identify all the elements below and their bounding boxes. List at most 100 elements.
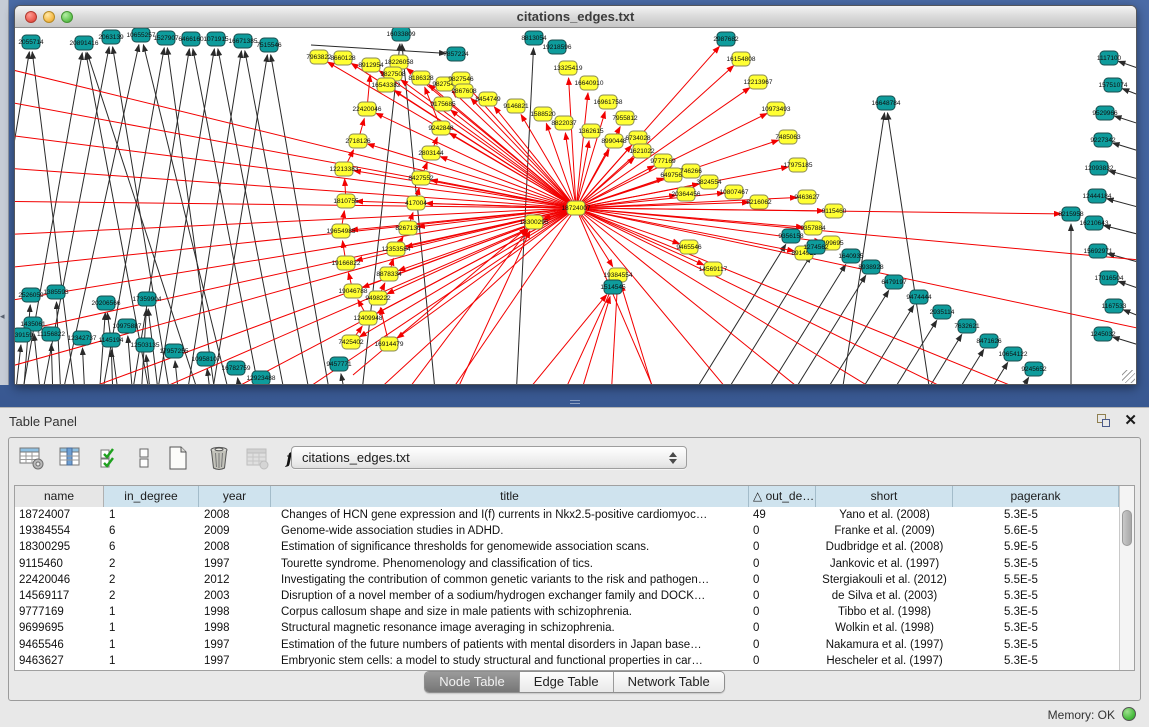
graph-edge[interactable] xyxy=(1113,337,1136,348)
graph-edge[interactable] xyxy=(167,48,216,384)
panel-splitter[interactable] xyxy=(0,385,1149,407)
graph-node-label: 12444184 xyxy=(1083,193,1112,200)
table-row[interactable]: 1872400712008Changes of HCN gene express… xyxy=(15,507,1119,523)
float-panel-icon[interactable] xyxy=(1097,414,1111,428)
graph-edge[interactable] xyxy=(576,208,1136,331)
network-canvas[interactable]: 2055714208914162063139106552571527907646… xyxy=(15,28,1136,384)
cell-out_de: 49 xyxy=(749,507,816,523)
graph-edge[interactable] xyxy=(1115,116,1136,127)
graph-edge[interactable] xyxy=(569,78,576,208)
graph-edge[interactable] xyxy=(238,378,241,384)
graph-node-label: 9827546 xyxy=(448,76,474,83)
graph-node-label: 2718126 xyxy=(345,138,371,145)
graph-edge[interactable] xyxy=(15,96,576,208)
graph-edge[interactable] xyxy=(99,313,105,384)
column-header-out_de[interactable]: △ out_de… xyxy=(749,486,816,507)
graph-node-label: 9457771 xyxy=(326,361,352,368)
graph-edge[interactable] xyxy=(51,344,53,384)
column-header-title[interactable]: title xyxy=(271,486,749,507)
column-header-in_degree[interactable]: in_degree xyxy=(104,486,199,507)
collapse-arrow-icon[interactable]: ◂ xyxy=(0,312,5,321)
graph-edge[interactable] xyxy=(376,113,576,208)
table-row[interactable]: 969969511998Structural magnetic resonanc… xyxy=(15,620,1119,636)
graph-node-label: 14569117 xyxy=(699,266,728,273)
graph-edge[interactable] xyxy=(955,350,984,384)
cell-out_de: 0 xyxy=(749,637,816,653)
graph-edge[interactable] xyxy=(987,363,1008,384)
graph-edge[interactable] xyxy=(764,264,846,384)
graph-edge[interactable] xyxy=(841,113,884,384)
graph-edge[interactable] xyxy=(207,369,211,384)
table-row[interactable]: 911546021997Tourette syndrome. Phenomeno… xyxy=(15,556,1119,572)
row-height-icon[interactable] xyxy=(137,445,153,471)
graph-edge[interactable] xyxy=(211,55,267,384)
graph-edge[interactable] xyxy=(576,208,1061,214)
graph-node-label: 8822037 xyxy=(551,120,577,127)
resize-grip[interactable] xyxy=(1122,370,1135,383)
graph-edge[interactable] xyxy=(561,284,614,384)
graph-edge[interactable] xyxy=(402,44,436,384)
splitter-handle[interactable] xyxy=(570,400,580,406)
column-header-name[interactable]: name xyxy=(15,486,104,507)
graph-edge[interactable] xyxy=(186,51,241,384)
tab-edge-table[interactable]: Edge Table xyxy=(520,672,614,692)
graph-edge[interactable] xyxy=(41,208,576,384)
application-window: ◂ citations_edges.txt 205571420891416206… xyxy=(0,0,1149,727)
graph-edge[interactable] xyxy=(611,285,617,384)
graph-edge[interactable] xyxy=(1123,310,1136,320)
graph-edge[interactable] xyxy=(1017,377,1029,384)
cell-title: Tourette syndrome. Phenomenology and cla… xyxy=(271,556,749,572)
table-row[interactable]: 977716911998Corpus callosum shape and si… xyxy=(15,604,1119,620)
graph-edge[interactable] xyxy=(888,113,931,384)
table-row[interactable]: 1456911722003Disruption of a novel membe… xyxy=(15,588,1119,604)
table-row[interactable]: 946362711997Embryonic stem cells: a mode… xyxy=(15,653,1119,669)
graph-edge[interactable] xyxy=(82,348,85,384)
show-columns-icon[interactable] xyxy=(58,445,84,471)
table-row[interactable]: 2242004622012Investigating the contribut… xyxy=(15,572,1119,588)
graph-edge[interactable] xyxy=(621,285,656,384)
graph-edge[interactable] xyxy=(311,45,446,53)
cell-year: 1998 xyxy=(199,620,271,636)
graph-edge[interactable] xyxy=(15,61,576,208)
graph-node-label: 9146821 xyxy=(503,103,529,110)
import-table-icon[interactable] xyxy=(245,445,271,471)
graph-edge[interactable] xyxy=(379,71,576,208)
graph-edge[interactable] xyxy=(245,51,311,384)
graph-edge[interactable] xyxy=(1122,89,1136,99)
graph-edge[interactable] xyxy=(1113,143,1136,154)
graph-edge[interactable] xyxy=(1118,281,1136,292)
graph-node-label: 7515546 xyxy=(256,42,282,49)
graph-edge[interactable] xyxy=(450,133,576,208)
column-header-short[interactable]: short xyxy=(816,486,953,507)
delete-table-icon[interactable] xyxy=(206,445,232,471)
cell-title: Disruption of a novel member of a sodium… xyxy=(271,588,749,604)
tab-network-table[interactable]: Network Table xyxy=(614,672,724,692)
tab-node-table[interactable]: Node Table xyxy=(425,672,520,692)
graph-edge[interactable] xyxy=(1118,61,1136,72)
graph-edge[interactable] xyxy=(924,335,962,384)
cell-name: 9463627 xyxy=(15,653,104,669)
graph-edge[interactable] xyxy=(56,302,61,384)
column-management-icon[interactable] xyxy=(19,445,45,471)
graph-edge[interactable] xyxy=(341,374,346,384)
window-titlebar[interactable]: citations_edges.txt xyxy=(15,6,1136,28)
table-selector-dropdown[interactable]: citations_edges.txt xyxy=(291,446,687,469)
close-panel-icon[interactable]: ✕ xyxy=(1124,411,1137,429)
table-row[interactable]: 946554611997Estimation of the future num… xyxy=(15,637,1119,653)
graph-edge[interactable] xyxy=(1109,171,1136,182)
graph-edge[interactable] xyxy=(15,208,576,376)
column-header-pagerank[interactable]: pagerank xyxy=(953,486,1119,507)
table-row[interactable]: 1938455462009Genome-wide association stu… xyxy=(15,523,1119,539)
table-row[interactable]: 1830029562008Estimation of significance … xyxy=(15,539,1119,555)
vertical-scrollbar[interactable] xyxy=(1119,486,1134,670)
graph-edge[interactable] xyxy=(1104,225,1136,237)
new-table-icon[interactable] xyxy=(166,445,192,471)
citation-network-graph[interactable]: 2055714208914162063139106552571527907646… xyxy=(15,28,1136,384)
graph-edge[interactable] xyxy=(361,208,576,384)
graph-edge[interactable] xyxy=(521,295,607,384)
column-header-year[interactable]: year xyxy=(199,486,271,507)
scrollbar-thumb[interactable] xyxy=(1122,510,1132,546)
graph-edge[interactable] xyxy=(858,306,914,384)
graph-edge[interactable] xyxy=(1107,199,1136,210)
selection-mode-icon[interactable] xyxy=(98,445,124,471)
